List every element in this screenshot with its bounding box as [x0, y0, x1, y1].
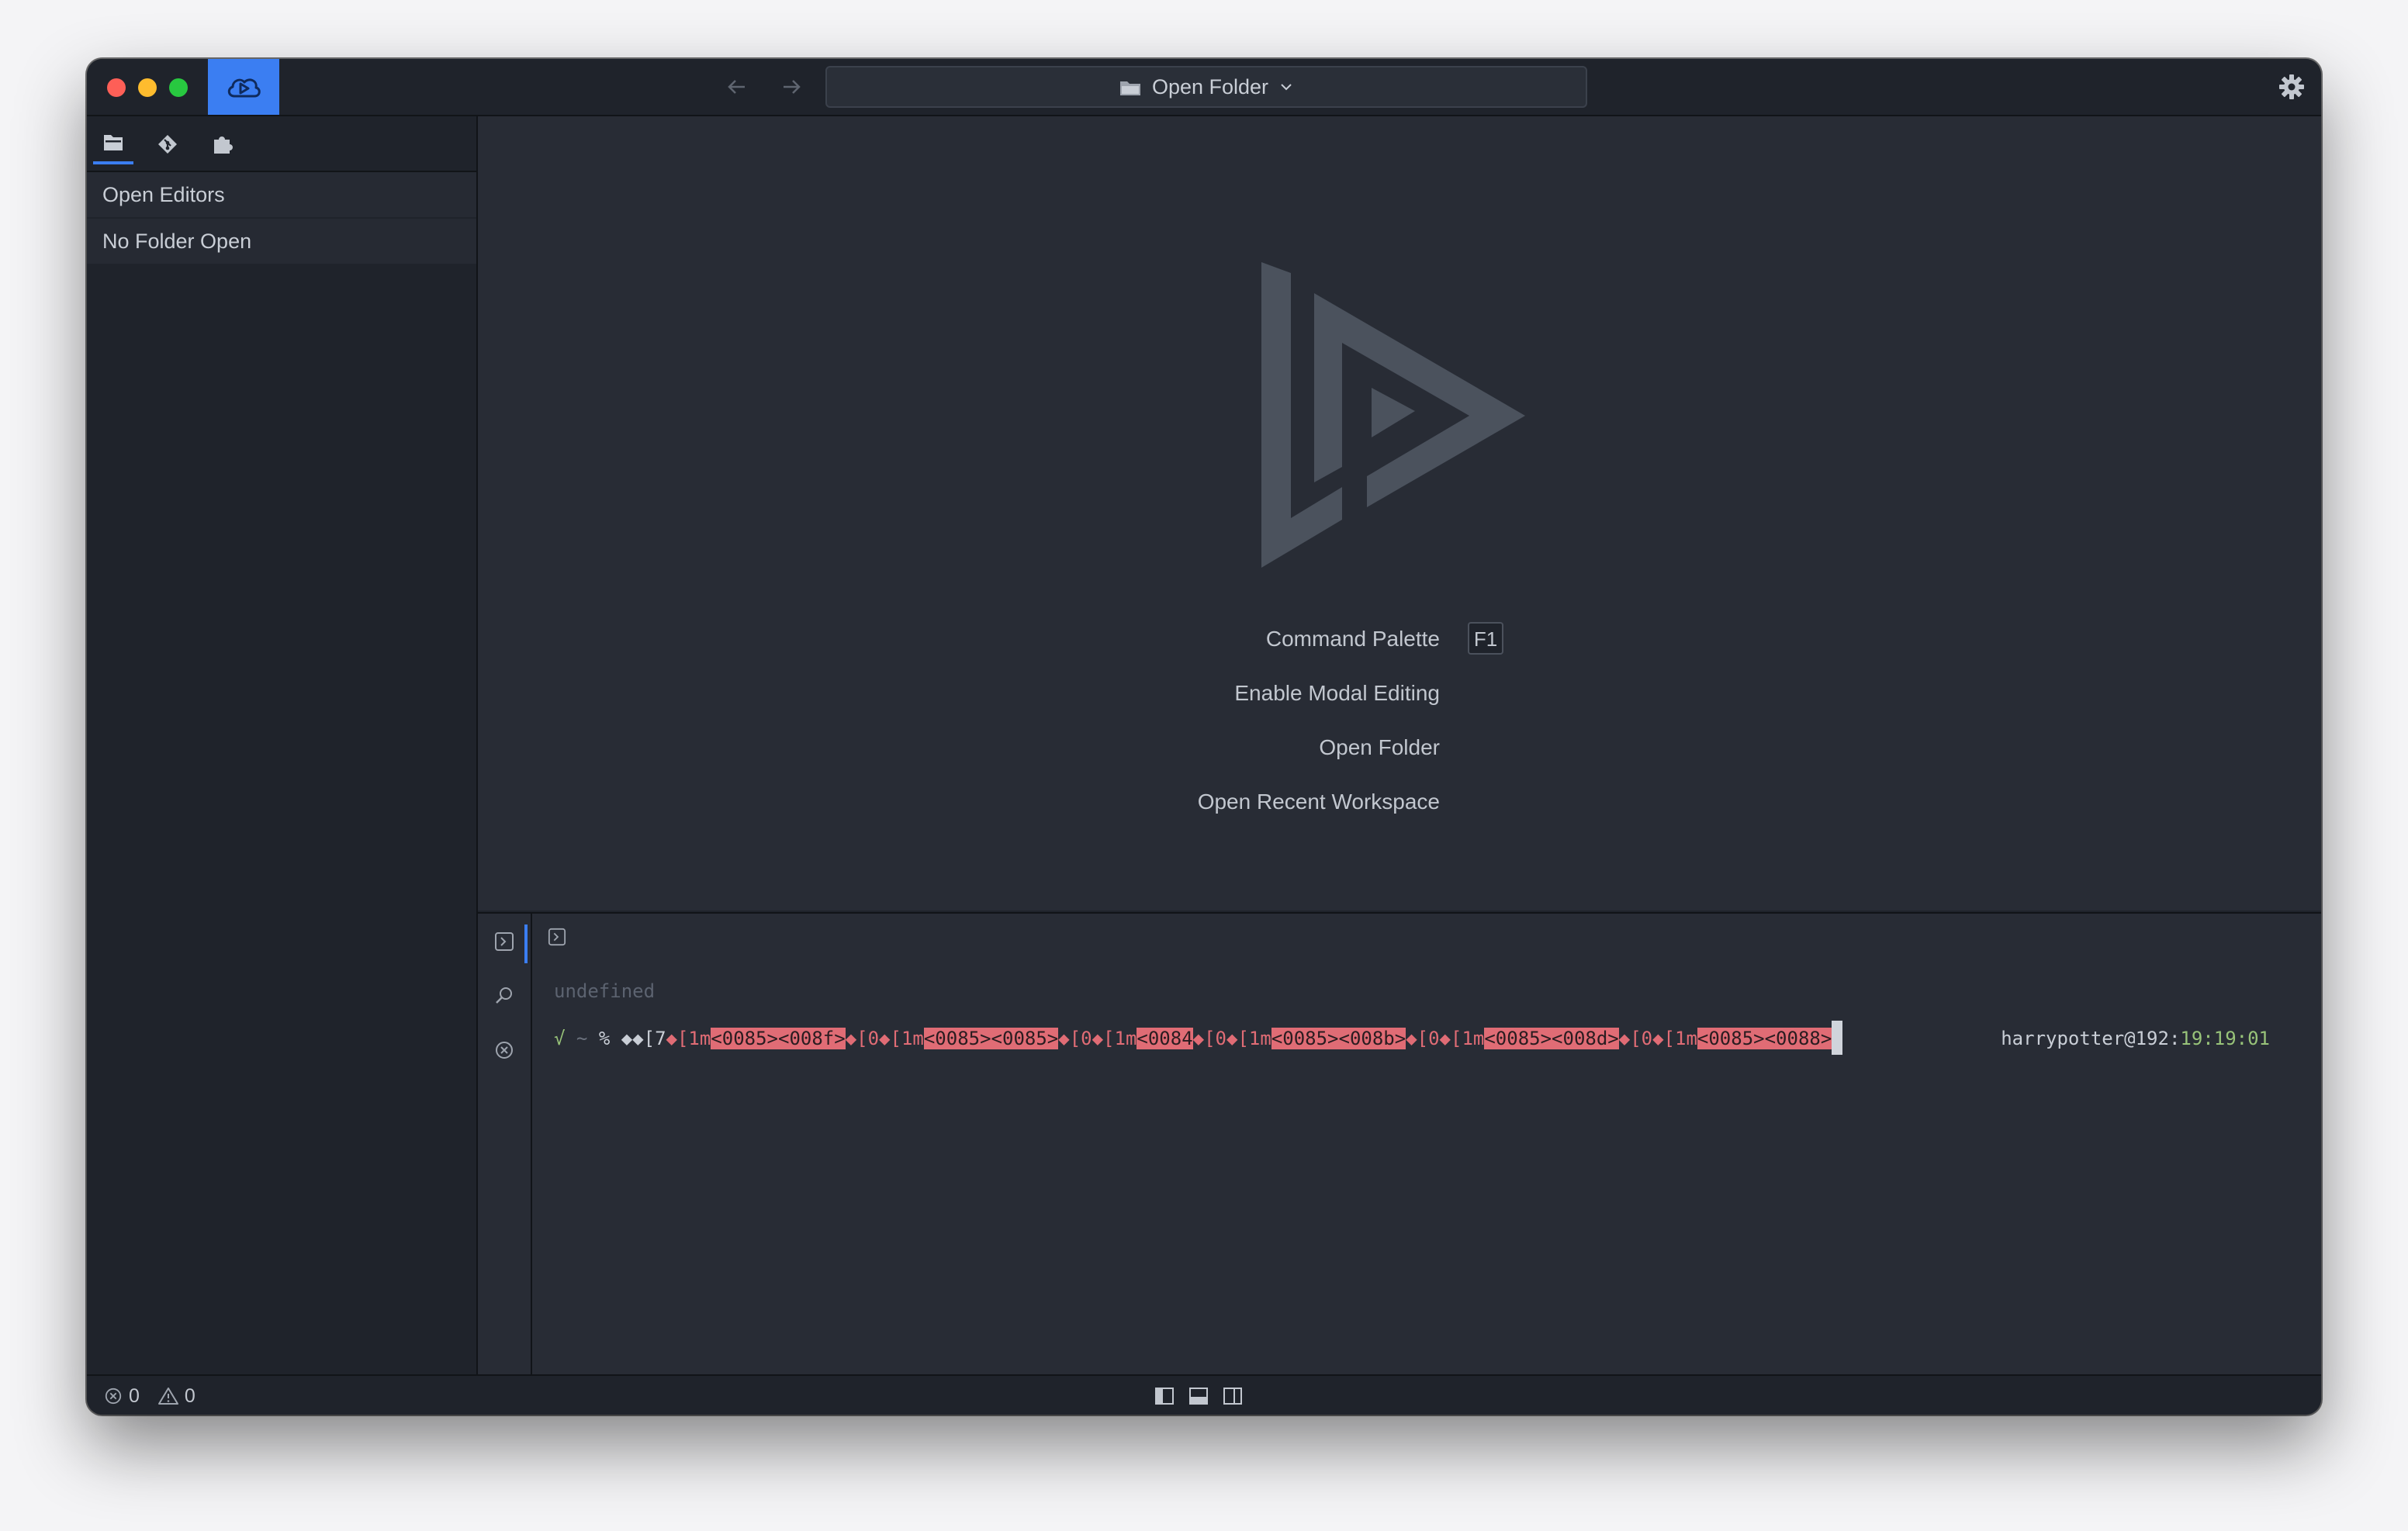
terminal-tab[interactable] — [545, 924, 569, 949]
prompt-symbol: % — [598, 1028, 611, 1049]
minimize-window-button[interactable] — [138, 78, 157, 97]
terminal-panel: undefined √ ~ % ◆◆[7◆[1m<0085><008f>◆[0◆… — [478, 912, 2321, 1376]
sidebar-tabs — [87, 116, 476, 172]
terminal-highlight-segment: <0085><008b> — [1271, 1028, 1406, 1049]
terminal-text-segment: ◆[0◆[1m — [1618, 1028, 1697, 1049]
toggle-bottom-panel-icon[interactable] — [1188, 1386, 1209, 1406]
open-editors-section[interactable]: Open Editors — [87, 172, 476, 217]
forward-button[interactable] — [777, 73, 805, 101]
terminal-search-button[interactable] — [490, 982, 518, 1010]
prompt-dir: ~ — [576, 1028, 588, 1049]
gear-icon — [2278, 74, 2305, 100]
editor-welcome: Command Palette F1 Enable Modal Editing … — [478, 116, 2321, 911]
command-palette-link[interactable]: Command Palette — [478, 620, 1440, 658]
app-window: Open Folder Open Editors No Folder Open … — [87, 59, 2321, 1415]
terminal-text-segment: ◆◆[7 — [621, 1028, 666, 1049]
cloud-icon — [225, 73, 262, 101]
error-icon — [104, 1387, 123, 1405]
warning-icon — [157, 1387, 178, 1405]
no-folder-open-section[interactable]: No Folder Open — [87, 219, 476, 264]
files-icon — [102, 133, 124, 153]
close-window-button[interactable] — [107, 78, 126, 97]
status-bar: 0 0 — [87, 1374, 2321, 1415]
terminal-active-indicator — [524, 924, 528, 963]
terminal-highlight-segment: <0085><0085> — [923, 1028, 1059, 1049]
arrow-right-icon — [780, 76, 802, 98]
prompt-check: √ — [554, 1028, 566, 1049]
tab-explorer[interactable] — [93, 124, 133, 164]
toggle-right-panel-icon[interactable] — [1223, 1386, 1243, 1406]
maximize-window-button[interactable] — [169, 78, 188, 97]
terminal-text-segment: ◆[0◆[1m — [1192, 1028, 1271, 1049]
git-icon — [157, 133, 178, 155]
open-recent-workspace-link[interactable]: Open Recent Workspace — [478, 783, 1440, 821]
terminal-icon — [548, 928, 566, 946]
error-count: 0 — [129, 1384, 140, 1407]
shortcut-f1: F1 — [1468, 622, 1503, 655]
back-button[interactable] — [723, 73, 751, 101]
terminal-close-button[interactable] — [490, 1036, 518, 1064]
open-folder-bar[interactable]: Open Folder — [825, 66, 1587, 108]
terminal-input-text: ◆◆[7◆[1m<0085><008f>◆[0◆[1m<0085><0085>◆… — [621, 1028, 1832, 1049]
terminal-text-segment: ◆[0◆[1m — [1406, 1028, 1485, 1049]
toggle-left-panel-icon[interactable] — [1154, 1386, 1175, 1406]
enable-modal-editing-link[interactable]: Enable Modal Editing — [478, 675, 1440, 712]
layout-toggles — [1154, 1376, 1243, 1415]
terminal-text-segment: ◆[0◆[1m — [1058, 1028, 1137, 1049]
open-folder-label: Open Folder — [1151, 74, 1269, 98]
cloud-button[interactable] — [208, 59, 279, 115]
terminal-prompt-line[interactable]: √ ~ % ◆◆[7◆[1m<0085><008f>◆[0◆[1m<0085><… — [554, 1021, 1843, 1056]
terminal-highlight-segment: <0085><008f> — [711, 1028, 846, 1049]
open-folder-link[interactable]: Open Folder — [478, 729, 1440, 766]
settings-button[interactable] — [2278, 73, 2306, 101]
terminal-toggle[interactable] — [490, 928, 518, 956]
tab-extensions[interactable] — [202, 124, 242, 164]
sidebar: Open Editors No Folder Open — [87, 116, 478, 1374]
warning-count: 0 — [184, 1384, 195, 1407]
prompt-user-host: harrypotter@192: — [2001, 1028, 2181, 1049]
terminal-highlight-segment: <0085><0088> — [1697, 1028, 1832, 1049]
arrow-left-icon — [726, 76, 748, 98]
problems-indicator[interactable]: 0 0 — [104, 1376, 195, 1415]
terminal-text-segment: ◆[1m — [666, 1028, 711, 1049]
prompt-time: 19:19:01 — [2180, 1028, 2270, 1049]
close-circle-icon — [494, 1040, 514, 1060]
app-logo — [1261, 262, 1541, 572]
terminal-right-prompt: harrypotter@192:19:19:01 — [2001, 1021, 2270, 1056]
folder-icon — [1119, 78, 1141, 96]
terminal-status-line: undefined — [554, 980, 656, 1002]
terminal-icon — [494, 931, 514, 952]
chevron-down-icon — [1279, 80, 1293, 94]
terminal-text-segment: ◆[0◆[1m — [845, 1028, 924, 1049]
title-bar: Open Folder — [87, 59, 2321, 116]
search-icon — [494, 986, 514, 1006]
terminal-highlight-segment: <0084 — [1137, 1028, 1193, 1049]
tab-source-control[interactable] — [147, 124, 188, 164]
terminal-highlight-segment: <0085><008d> — [1484, 1028, 1619, 1049]
extensions-icon — [211, 133, 233, 155]
terminal-cursor — [1832, 1021, 1843, 1055]
terminal-sidebar — [478, 914, 532, 1376]
